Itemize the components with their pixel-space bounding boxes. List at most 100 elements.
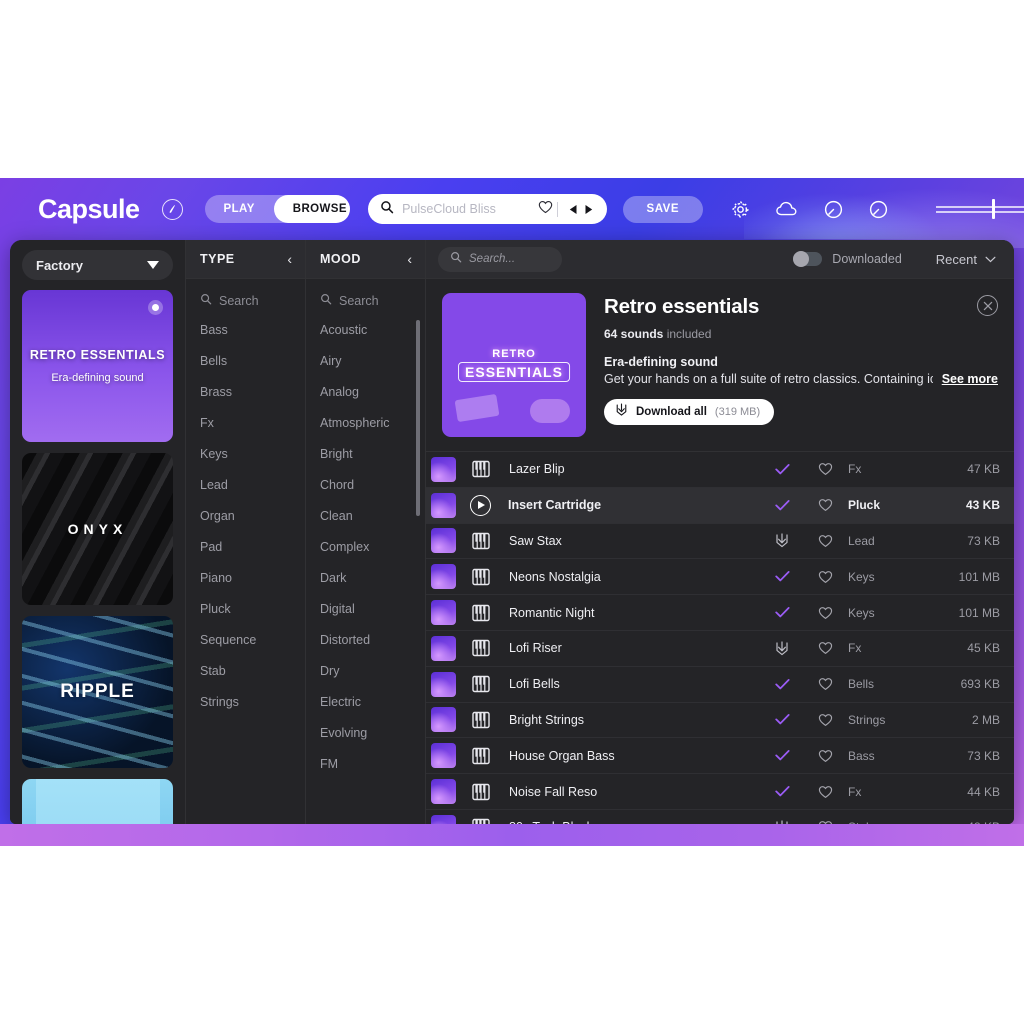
heart-icon[interactable]	[802, 713, 848, 727]
library-dropdown[interactable]: Factory	[22, 250, 173, 280]
facet-item[interactable]: Pad	[186, 531, 305, 562]
downloaded-check-icon[interactable]	[762, 570, 802, 583]
sound-name: Romantic Night	[509, 605, 595, 620]
pencil-circle-icon[interactable]	[161, 198, 183, 220]
downloaded-check-icon[interactable]	[762, 463, 802, 476]
facet-item[interactable]: Digital	[306, 593, 425, 624]
facet-item[interactable]: Complex	[306, 531, 425, 562]
heart-icon[interactable]	[802, 606, 848, 620]
tab-browse[interactable]: BROWSE	[273, 195, 351, 223]
table-row[interactable]: Lofi Bells Bells 693 KB	[426, 667, 1014, 703]
facet-item[interactable]: Analog	[306, 376, 425, 407]
heart-icon[interactable]	[802, 749, 848, 763]
gear-icon[interactable]	[731, 200, 750, 219]
heart-icon[interactable]	[802, 462, 848, 476]
facet-item[interactable]: Organ	[186, 500, 305, 531]
play-icon[interactable]	[470, 494, 491, 516]
facet-search-type[interactable]: Search	[186, 279, 305, 314]
heart-icon[interactable]	[802, 641, 848, 655]
heart-icon[interactable]	[802, 677, 848, 691]
facet-header: MOOD ‹	[306, 240, 425, 279]
facet-item[interactable]: FM	[306, 748, 425, 779]
table-row[interactable]: Neons Nostalgia Keys 101 MB	[426, 559, 1014, 596]
facet-item[interactable]: Dark	[306, 562, 425, 593]
tab-play[interactable]: PLAY	[205, 195, 274, 223]
heart-icon[interactable]	[802, 498, 848, 512]
heart-icon[interactable]	[802, 534, 848, 548]
facet-item[interactable]: Distorted	[306, 624, 425, 655]
pack-card-ocean[interactable]	[22, 779, 173, 824]
sort-dropdown[interactable]: Recent	[936, 250, 996, 268]
downloaded-check-icon[interactable]	[762, 785, 802, 798]
facet-item[interactable]: Keys	[186, 438, 305, 469]
facet-item[interactable]: Atmospheric	[306, 407, 425, 438]
close-circle-icon[interactable]	[977, 295, 998, 316]
facet-item[interactable]: Pluck	[186, 593, 305, 624]
table-row[interactable]: Romantic Night Keys 101 MB	[426, 595, 1014, 631]
facet-item[interactable]: Bass	[186, 314, 305, 345]
facet-scrollbar[interactable]	[416, 320, 420, 516]
facet-search-mood[interactable]: Search	[306, 279, 425, 314]
facet-item[interactable]: Piano	[186, 562, 305, 593]
downloaded-toggle[interactable]: Downloaded	[793, 251, 902, 267]
table-row[interactable]: Lazer Blip Fx 47 KB	[426, 452, 1014, 488]
facet-item[interactable]: Brass	[186, 376, 305, 407]
selected-indicator	[148, 300, 163, 315]
sound-type: Keys	[848, 605, 875, 620]
heart-icon[interactable]	[802, 570, 848, 584]
table-row[interactable]: House Organ Bass Bass 73 KB	[426, 738, 1014, 775]
sound-type: Bass	[848, 748, 875, 763]
search-input[interactable]: Search...	[438, 246, 562, 272]
save-button[interactable]: SAVE	[622, 195, 703, 223]
facet-item[interactable]: Airy	[306, 345, 425, 376]
facet-item[interactable]: Dry	[306, 655, 425, 686]
artwork-line-1: RETRO	[492, 348, 536, 360]
sound-thumbnail	[431, 707, 456, 733]
cloud-icon[interactable]	[776, 201, 798, 217]
table-row[interactable]: 80s Tech BlockStab48 KB	[426, 810, 1014, 824]
facet-item[interactable]: Evolving	[306, 717, 425, 748]
table-row[interactable]: Bright Strings Strings 2 MB	[426, 703, 1014, 739]
facet-item[interactable]: Bells	[186, 345, 305, 376]
table-row[interactable]: Insert Cartridge Pluck 43 KB	[426, 487, 1014, 524]
facet-item[interactable]: Acoustic	[306, 314, 425, 345]
sound-type: Fx	[848, 462, 862, 477]
knob-icon[interactable]	[824, 200, 843, 219]
knob-icon[interactable]	[869, 200, 888, 219]
search-placeholder: Search...	[469, 253, 516, 265]
heart-icon[interactable]	[538, 200, 553, 219]
facet-item[interactable]: Strings	[186, 686, 305, 717]
triangle-left-icon[interactable]	[565, 201, 581, 217]
downloaded-check-icon[interactable]	[762, 713, 802, 726]
heart-icon[interactable]	[802, 785, 848, 799]
facet-item[interactable]: Stab	[186, 655, 305, 686]
table-row[interactable]: Noise Fall Reso Fx 44 KB	[426, 774, 1014, 810]
facet-item[interactable]: Chord	[306, 469, 425, 500]
download-all-button[interactable]: Download all (319 MB)	[604, 399, 775, 425]
pack-card-ripple[interactable]: RIPPLE	[22, 616, 173, 768]
sound-name: Bright Strings	[509, 712, 585, 727]
facet-item[interactable]: Lead	[186, 469, 305, 500]
facet-item[interactable]: Clean	[306, 500, 425, 531]
facet-item[interactable]: Fx	[186, 407, 305, 438]
download-icon[interactable]	[762, 641, 802, 656]
chevron-left-icon[interactable]: ‹	[287, 252, 292, 266]
sound-size: 73 KB	[967, 533, 1000, 548]
download-icon[interactable]	[762, 533, 802, 548]
chevron-left-icon[interactable]: ‹	[407, 252, 412, 266]
preset-search-bar[interactable]: PulseCloud Bliss	[368, 194, 607, 224]
downloaded-check-icon[interactable]	[762, 749, 802, 762]
pack-card-onyx[interactable]: ONYX	[22, 453, 173, 605]
pack-card-retro-essentials[interactable]: RETRO ESSENTIALS Era-defining sound	[22, 290, 173, 442]
downloaded-check-icon[interactable]	[762, 606, 802, 619]
facet-item[interactable]: Bright	[306, 438, 425, 469]
facet-item[interactable]: Electric	[306, 686, 425, 717]
master-volume-slider[interactable]	[936, 199, 1024, 219]
triangle-right-icon[interactable]	[581, 201, 597, 217]
see-more-link[interactable]: See more	[942, 372, 998, 386]
downloaded-check-icon[interactable]	[762, 678, 802, 691]
table-row[interactable]: Saw Stax Lead 73 KB	[426, 524, 1014, 560]
facet-item[interactable]: Sequence	[186, 624, 305, 655]
table-row[interactable]: Lofi Riser Fx 45 KB	[426, 631, 1014, 667]
downloaded-check-icon[interactable]	[762, 499, 802, 512]
